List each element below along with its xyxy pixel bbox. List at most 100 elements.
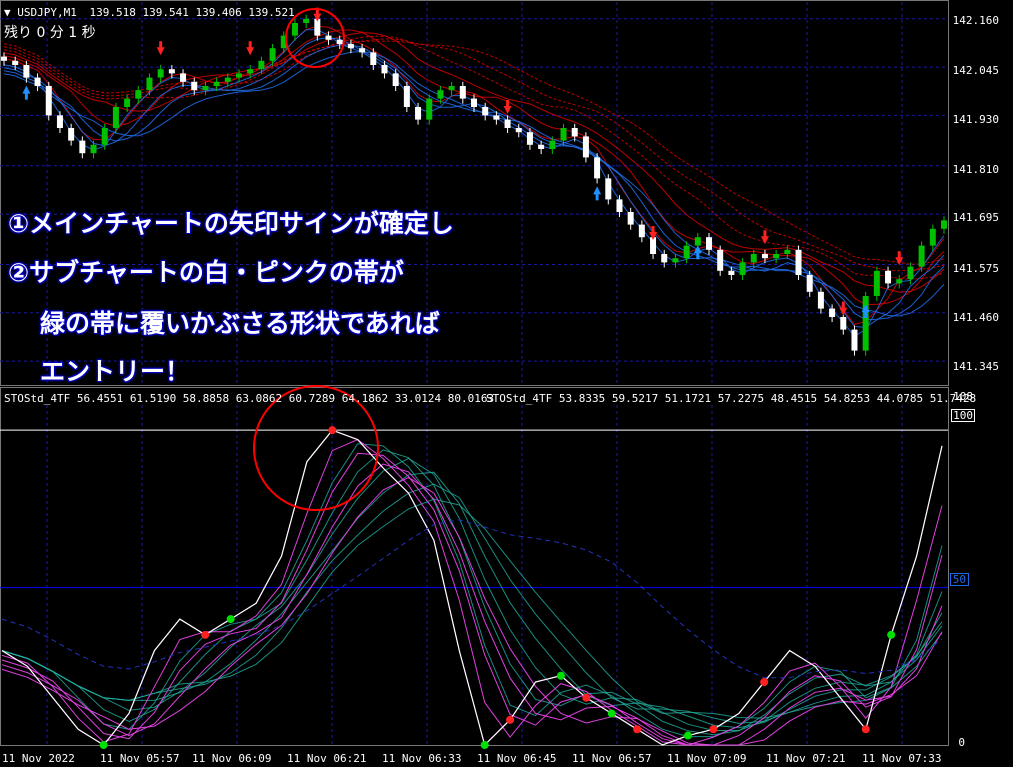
candle-body (538, 144, 545, 149)
candle-body (761, 254, 768, 259)
candle-body (191, 81, 198, 91)
stoch-green-line (1, 443, 943, 738)
buy-dot-icon (607, 709, 616, 718)
candle-body (929, 228, 936, 246)
sell-dot-icon (582, 693, 591, 702)
candle-body (784, 249, 791, 254)
annotation-line-4: エントリー！ (40, 357, 191, 386)
candle-body (381, 65, 388, 74)
time-label: 11 Nov 07:33 (862, 752, 942, 765)
price-label: 141.930 (952, 113, 999, 126)
subchart-header-1: STOStd_4TF 56.4551 61.5190 58.8858 63.08… (4, 392, 495, 405)
time-label: 11 Nov 2022 (2, 752, 75, 765)
candle-body (426, 98, 433, 120)
sell-dot-icon (328, 426, 337, 435)
candle-body (101, 128, 108, 145)
candle-body (224, 77, 231, 82)
ma-blue-line (3, 29, 945, 338)
candle-body (23, 65, 30, 78)
candle-body (750, 254, 757, 263)
candle-body (616, 199, 623, 212)
candle-body (638, 224, 645, 238)
price-label: 141.810 (952, 163, 999, 176)
countdown-timer: 残り 0 分 1 秒 (4, 25, 96, 41)
stoch-green-line (1, 457, 943, 731)
candle-body (90, 144, 97, 154)
candle-body (303, 18, 310, 23)
time-label: 11 Nov 06:57 (572, 752, 652, 765)
buy-dot-icon (226, 615, 235, 624)
sell-dot-icon (201, 630, 210, 639)
candle-body (526, 132, 533, 145)
candle-body (168, 69, 175, 74)
candle-body (482, 107, 489, 116)
price-label: 141.695 (952, 211, 999, 224)
sell-dot-icon (709, 725, 718, 734)
buy-dot-icon (556, 671, 565, 680)
candle-body (817, 291, 824, 309)
candle-body (627, 212, 634, 225)
candle-body (885, 270, 892, 284)
sell-dot-icon (633, 725, 642, 734)
candle-body (795, 249, 802, 275)
time-label: 11 Nov 06:33 (382, 752, 462, 765)
candle-body (359, 48, 366, 53)
buy-arrow-icon (22, 85, 31, 100)
candle-body (515, 128, 522, 133)
candle-body (806, 275, 813, 292)
candle-body (236, 73, 242, 78)
buy-dot-icon (683, 731, 692, 740)
annotation-line-1: ①メインチャートの矢印サインが確定し (8, 209, 454, 238)
stoch-green-line (1, 471, 943, 729)
price-label: 142.160 (952, 14, 999, 27)
candle-body (202, 86, 209, 91)
candle-body (112, 107, 119, 128)
candle-body (471, 98, 477, 107)
candle-body (582, 136, 589, 158)
candle-body (291, 23, 298, 36)
ohlc-values: 139.518 139.541 139.406 139.521 (89, 6, 295, 19)
buy-dot-icon (480, 741, 489, 749)
sell-arrow-icon (503, 100, 512, 114)
candle-body (157, 69, 164, 78)
candle-body (549, 140, 556, 149)
buy-arrow-icon (593, 186, 602, 201)
candle-body (180, 73, 187, 82)
candle-body (560, 128, 567, 141)
candle-body (907, 266, 914, 280)
candle-body (269, 48, 276, 61)
buy-dot-icon (99, 741, 108, 749)
chart-window[interactable]: ▼ USDJPY,M1 139.518 139.541 139.406 139.… (0, 0, 1013, 767)
candle-body (594, 157, 601, 179)
candle-body (79, 140, 86, 154)
buy-dot-icon (887, 630, 896, 639)
candle-body (694, 237, 701, 246)
candle-body (605, 178, 612, 200)
candle-body (12, 60, 19, 65)
candle-body (213, 81, 220, 86)
time-label: 11 Nov 07:21 (766, 752, 846, 765)
sell-arrow-icon (156, 41, 165, 56)
time-label: 11 Nov 05:57 (100, 752, 180, 765)
price-label: 141.575 (952, 262, 999, 275)
time-label: 11 Nov 06:09 (192, 752, 272, 765)
candle-body (146, 77, 153, 91)
candle-body (68, 128, 75, 141)
dropdown-triangle-icon[interactable]: ▼ (4, 6, 11, 19)
candle-body (437, 90, 444, 99)
annotation-line-2: ②サブチャートの白・ピンクの帯が (8, 258, 404, 287)
candle-body (873, 270, 880, 296)
candle-body (45, 86, 52, 116)
symbol-header: ▼ USDJPY,M1 139.518 139.541 139.406 139.… (4, 6, 295, 19)
candle-body (717, 249, 724, 271)
candle-body (728, 270, 735, 275)
candle-body (247, 69, 254, 74)
candle-body (403, 86, 410, 107)
symbol-label: USDJPY,M1 (17, 6, 77, 19)
stoch-green-line (1, 498, 943, 719)
sell-dot-icon (506, 715, 515, 724)
candle-body (851, 329, 858, 351)
candle-body (34, 77, 41, 86)
candle-body (706, 237, 712, 250)
candle-body (347, 44, 354, 49)
